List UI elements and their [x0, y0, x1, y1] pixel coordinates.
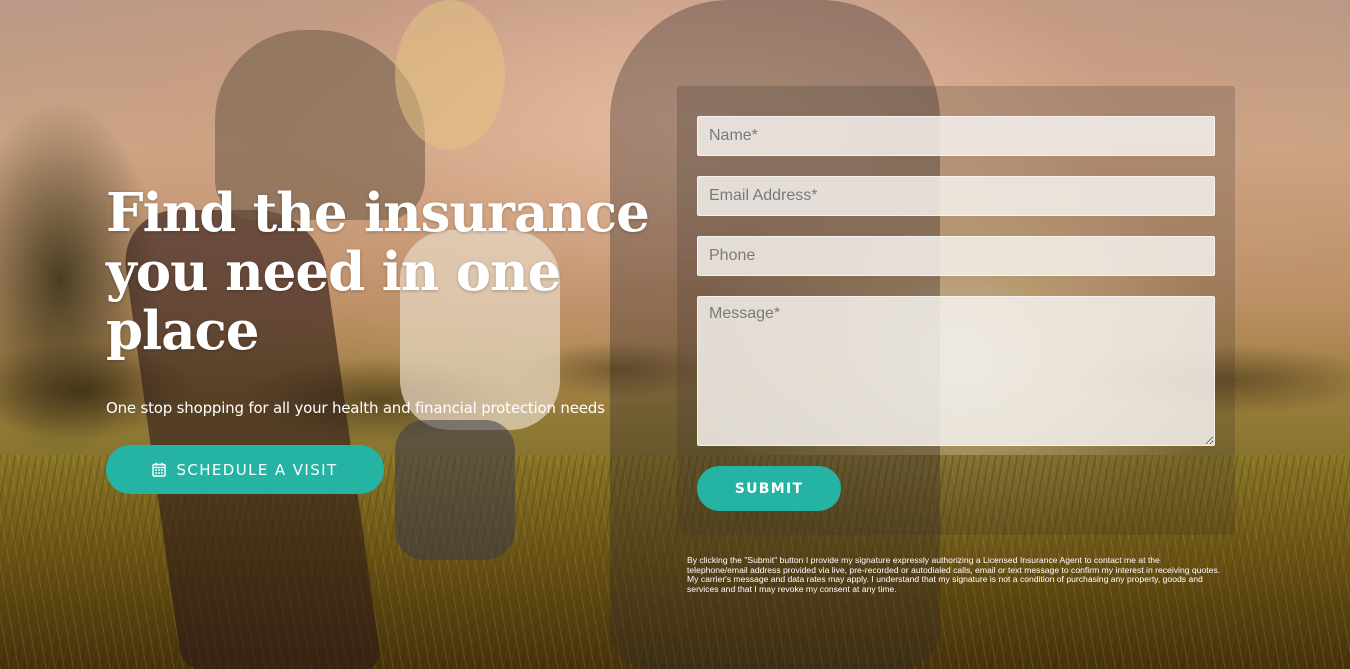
hero-section: Find the insurance you need in one place… — [0, 0, 1350, 669]
email-input[interactable] — [697, 176, 1215, 216]
name-input[interactable] — [697, 116, 1215, 156]
hero-headline: Find the insurance you need in one place — [106, 182, 650, 362]
contact-form: SUBMIT — [677, 86, 1235, 535]
message-textarea[interactable] — [697, 296, 1215, 446]
calendar-icon — [152, 462, 167, 477]
consent-disclaimer: By clicking the "Submit" button I provid… — [687, 555, 1221, 594]
submit-button[interactable]: SUBMIT — [697, 466, 841, 511]
phone-input[interactable] — [697, 236, 1215, 276]
hero-tagline: One stop shopping for all your health an… — [106, 399, 605, 417]
schedule-visit-button[interactable]: SCHEDULE A VISIT — [106, 445, 384, 494]
schedule-visit-label: SCHEDULE A VISIT — [176, 460, 338, 479]
